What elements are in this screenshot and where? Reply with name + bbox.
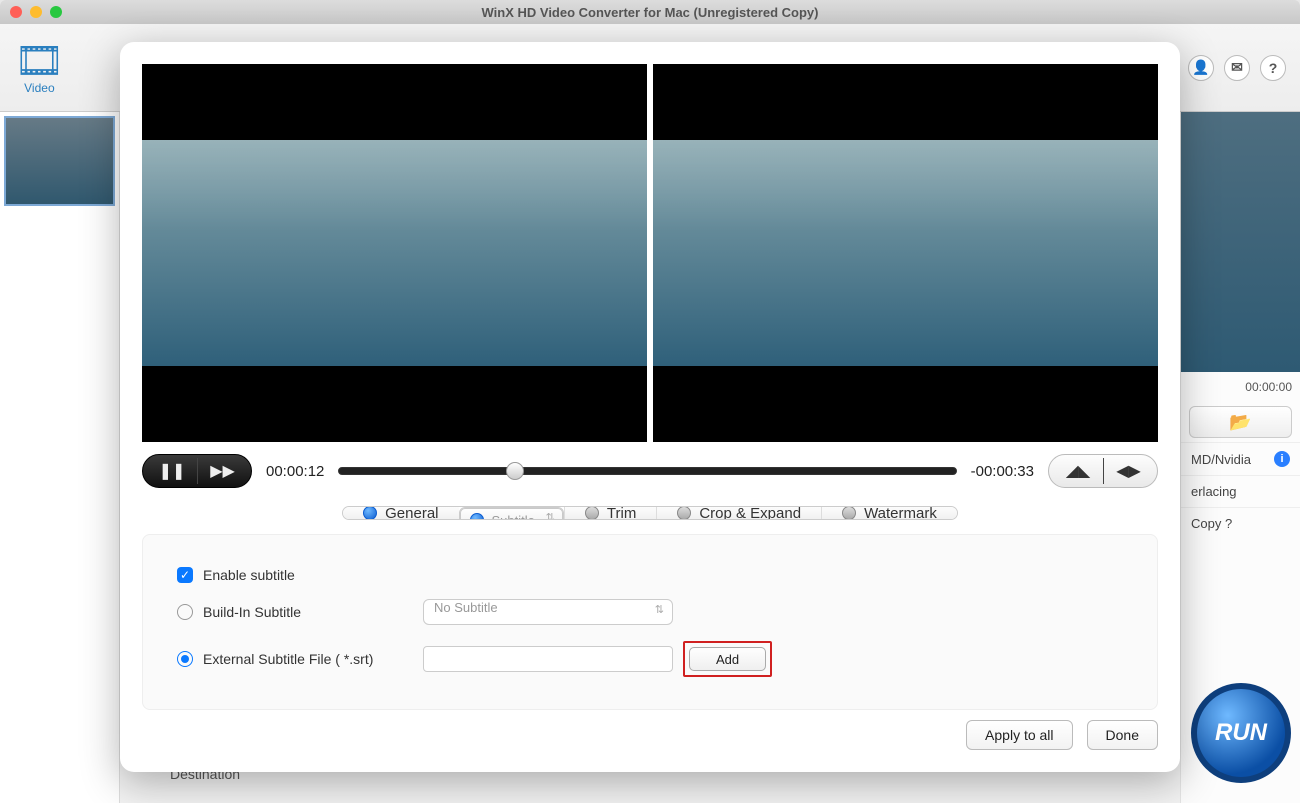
user-icon: 👤 [1192,59,1209,76]
deinterlace-label: erlacing [1191,484,1237,499]
user-button[interactable]: 👤 [1188,55,1214,81]
preview-output [653,64,1158,442]
enable-subtitle-row: ✓ Enable subtitle [177,567,1123,583]
builtin-subtitle-label: Build-In Subtitle [203,604,423,620]
source-list [0,112,120,803]
radio-dot-icon [842,506,856,520]
done-label: Done [1106,727,1139,743]
enable-subtitle-label: Enable subtitle [203,567,295,583]
add-subtitle-button[interactable]: Add [689,647,766,671]
run-button[interactable]: RUN [1191,683,1291,783]
add-button-highlight: Add [683,641,772,677]
folder-open-icon: 📂 [1229,412,1251,433]
tab-label: Crop & Expand [699,506,801,520]
preview-original-frame [142,140,647,367]
external-subtitle-path-field[interactable] [423,646,673,672]
external-subtitle-radio[interactable] [177,651,193,667]
gpu-option[interactable]: MD/Nvidia i [1181,442,1300,475]
dialog-footer: Apply to all Done [142,720,1158,750]
add-video-button[interactable]: 🎞 Video [14,41,65,95]
fast-forward-icon: ▶▶ [210,461,235,481]
help-icon: ? [1269,60,1278,76]
window-titlebar: WinX HD Video Converter for Mac (Unregis… [0,0,1300,24]
radio-dot-icon [677,506,691,520]
flip-horizontal-icon: ◀▶ [1116,461,1141,481]
gpu-label: MD/Nvidia [1191,452,1251,467]
done-button[interactable]: Done [1087,720,1158,750]
help-button[interactable]: ? [1260,55,1286,81]
flip-vertical-icon: ◢◣ [1066,461,1091,481]
playback-controls: ❚❚ ▶▶ [142,454,252,488]
edit-dialog: ❚❚ ▶▶ 00:00:12 -00:00:33 ◢◣ ◀▶ General S… [120,42,1180,772]
builtin-subtitle-radio[interactable] [177,604,193,620]
preview-time-row: 00:00:00 [1181,372,1300,402]
external-subtitle-label: External Subtitle File ( *.srt) [203,651,423,667]
fast-forward-button[interactable]: ▶▶ [197,458,247,484]
mail-icon: ✉ [1231,59,1243,76]
enable-subtitle-checkbox[interactable]: ✓ [177,567,193,583]
tab-subtitle[interactable]: Subtitle [459,507,564,520]
tab-label: Watermark [864,506,937,520]
radio-dot-icon [470,513,484,520]
tab-trim[interactable]: Trim [564,507,656,519]
pause-icon: ❚❚ [159,461,186,481]
tab-label: Trim [607,506,636,520]
radio-dot-icon [585,506,599,520]
add-video-label: Video [24,81,54,95]
remaining-time: -00:00:33 [971,463,1034,480]
preview-thumbnail [1181,112,1300,372]
safecopy-label: Copy ? [1191,516,1232,531]
mail-button[interactable]: ✉ [1224,55,1250,81]
subtitle-form: ✓ Enable subtitle Build-In Subtitle No S… [142,534,1158,710]
builtin-subtitle-select[interactable]: No Subtitle [423,599,673,625]
seek-knob[interactable] [506,462,524,480]
browse-output-button[interactable]: 📂 [1189,406,1292,438]
source-thumbnail[interactable] [4,116,115,206]
external-subtitle-row: External Subtitle File ( *.srt) Add [177,641,1123,677]
deinterlace-option[interactable]: erlacing [1181,475,1300,507]
tab-crop[interactable]: Crop & Expand [656,507,821,519]
preview-original [142,64,647,442]
elapsed-time: 00:00:12 [266,463,324,480]
flip-controls: ◢◣ ◀▶ [1048,454,1158,488]
edit-tabs: General Subtitle Trim Crop & Expand Wate… [342,506,958,520]
safecopy-option[interactable]: Copy ? [1181,507,1300,539]
builtin-subtitle-current: No Subtitle [434,600,498,615]
film-plus-icon: 🎞 [14,41,65,81]
add-button-label: Add [716,652,739,667]
right-panel: 00:00:00 📂 MD/Nvidia i erlacing Copy ? R… [1180,112,1300,803]
pause-button[interactable]: ❚❚ [147,458,197,484]
tab-label: Subtitle [492,513,535,521]
run-label: RUN [1215,719,1267,747]
playback-row: ❚❚ ▶▶ 00:00:12 -00:00:33 ◢◣ ◀▶ [142,454,1158,488]
tab-watermark[interactable]: Watermark [821,507,957,519]
window-title: WinX HD Video Converter for Mac (Unregis… [0,5,1300,20]
apply-to-all-button[interactable]: Apply to all [966,720,1072,750]
tab-label: General [385,506,438,520]
flip-horizontal-button[interactable]: ◀▶ [1103,458,1153,484]
radio-dot-icon [363,506,377,520]
preview-output-frame [653,140,1158,367]
info-icon[interactable]: i [1274,451,1290,467]
flip-vertical-button[interactable]: ◢◣ [1053,458,1103,484]
preview-time: 00:00:00 [1245,380,1292,394]
preview-panes [142,64,1158,442]
seek-slider[interactable] [338,467,956,475]
apply-label: Apply to all [985,727,1053,743]
tab-general[interactable]: General [343,507,458,519]
builtin-subtitle-row: Build-In Subtitle No Subtitle [177,599,1123,625]
